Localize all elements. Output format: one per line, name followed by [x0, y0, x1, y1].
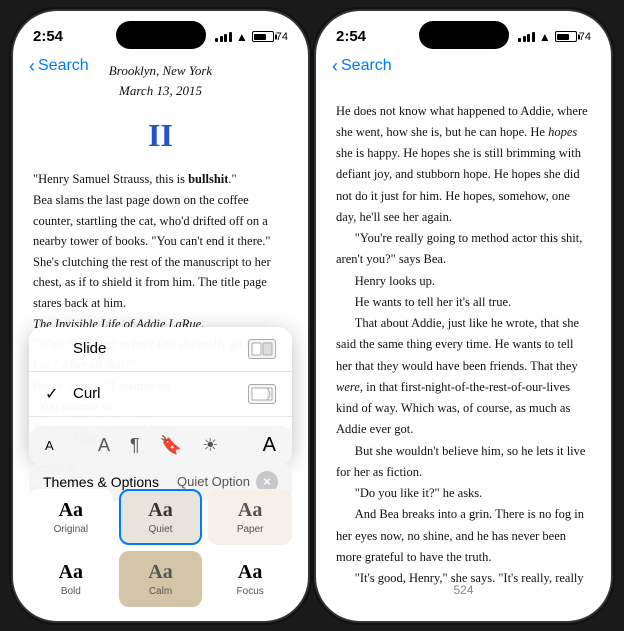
font-size-row: A A ¶ 🔖 ☀ A — [29, 426, 292, 465]
dynamic-island-right — [419, 21, 509, 49]
font-style-icon[interactable]: A — [98, 435, 110, 456]
theme-focus-label: Focus — [237, 586, 264, 597]
theme-paper[interactable]: Aa Paper — [208, 489, 292, 545]
theme-focus[interactable]: Aa Focus — [208, 551, 292, 607]
reading-content: He does not know what happened to Addie,… — [336, 101, 591, 591]
transition-curl[interactable]: ✓ Curl — [29, 372, 292, 417]
wifi-icon: ▲ — [236, 30, 248, 44]
theme-bold-label: Bold — [61, 586, 81, 597]
back-button-right[interactable]: ‹ Search — [332, 57, 392, 75]
dynamic-island — [116, 21, 206, 49]
time-right: 2:54 — [336, 28, 366, 45]
paragraph-icon[interactable]: ¶ — [130, 435, 140, 456]
theme-bold-text: Aa — [59, 561, 83, 584]
curl-check: ✓ — [45, 384, 65, 404]
theme-calm[interactable]: Aa Calm — [119, 551, 203, 607]
status-icons-left: ▲ 74 — [215, 30, 288, 44]
theme-bold[interactable]: Aa Bold — [29, 551, 113, 607]
brightness-icon[interactable]: ☀ — [202, 435, 218, 456]
font-small-icon[interactable]: A — [45, 438, 54, 453]
curl-label: Curl — [73, 385, 101, 402]
reading-area: He does not know what happened to Addie,… — [316, 101, 611, 591]
toolbar-icons: A ¶ 🔖 ☀ — [98, 435, 218, 456]
theme-original-text: Aa — [59, 499, 83, 522]
status-icons-right: ▲ 74 — [518, 30, 591, 44]
time-left: 2:54 — [33, 28, 63, 45]
bookmark-icon[interactable]: 🔖 — [160, 435, 182, 456]
theme-original[interactable]: Aa Original — [29, 489, 113, 545]
battery-right: 74 — [555, 31, 591, 43]
signal-icon — [215, 32, 232, 42]
theme-focus-text: Aa — [238, 561, 262, 584]
page-number: 524 — [316, 579, 611, 601]
theme-calm-label: Calm — [149, 586, 172, 597]
chapter-number: II — [33, 110, 288, 161]
signal-icon-right — [518, 32, 535, 42]
phones-container: 2:54 ▲ 74 — [13, 11, 611, 621]
slide-icon — [248, 339, 276, 359]
theme-quiet-label: Quiet — [149, 524, 173, 535]
back-label-right: Search — [341, 57, 392, 75]
theme-original-label: Original — [54, 524, 88, 535]
theme-quiet[interactable]: Aa Quiet — [119, 489, 203, 545]
nav-bar-right: ‹ Search — [316, 55, 611, 81]
phone-right: 2:54 ▲ 74 — [316, 11, 611, 621]
theme-quiet-text: Aa — [148, 499, 172, 522]
themes-label: Themes & Options — [43, 474, 159, 490]
phone-left: 2:54 ▲ 74 — [13, 11, 308, 621]
wifi-icon-right: ▲ — [539, 30, 551, 44]
slide-label: Slide — [73, 340, 106, 357]
battery-left: 74 — [252, 31, 288, 43]
transition-slide[interactable]: Slide — [29, 327, 292, 372]
theme-paper-text: Aa — [238, 499, 262, 522]
quiet-option-label: Quiet Option — [177, 474, 250, 489]
font-large-icon[interactable]: A — [263, 434, 276, 457]
theme-calm-text: Aa — [148, 561, 172, 584]
theme-paper-label: Paper — [237, 524, 264, 535]
curl-icon — [248, 384, 276, 404]
back-chevron-right: ‹ — [332, 57, 338, 75]
theme-cards: Aa Original Aa Quiet Aa Paper Aa Bold Aa — [29, 489, 292, 607]
book-header: Brooklyn, New York March 13, 2015 — [33, 61, 288, 103]
